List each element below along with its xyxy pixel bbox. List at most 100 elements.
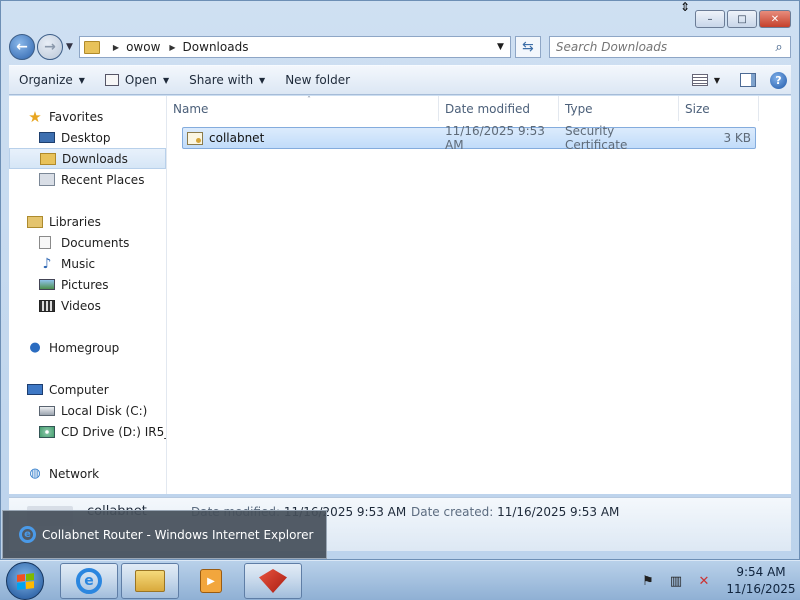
column-header-date-modified[interactable]: Date modified bbox=[439, 96, 559, 121]
clock-date: 11/16/2025 bbox=[726, 582, 796, 596]
details-date-created-value: 11/16/2025 9:53 AM bbox=[497, 505, 620, 519]
address-bar[interactable]: ▶ owow ▶ Downloads ▼ bbox=[78, 36, 511, 58]
nav-local-disk-label: Local Disk (C:) bbox=[61, 403, 148, 418]
nav-pictures[interactable]: Pictures bbox=[9, 274, 166, 295]
organize-label: Organize bbox=[19, 73, 73, 87]
file-size: 3 KB bbox=[723, 131, 751, 145]
nav-pictures-label: Pictures bbox=[61, 277, 109, 292]
forward-button[interactable]: → bbox=[37, 34, 63, 60]
nav-videos[interactable]: Videos bbox=[9, 295, 166, 316]
column-header-size[interactable]: Size bbox=[679, 96, 759, 121]
cd-drive-icon bbox=[39, 425, 55, 438]
internet-explorer-icon: e bbox=[19, 526, 36, 543]
folder-icon bbox=[83, 40, 100, 54]
nav-favorites[interactable]: ★ Favorites bbox=[9, 106, 166, 127]
column-name-label: Name bbox=[173, 101, 209, 116]
nav-cd-drive[interactable]: CD Drive (D:) IR5_CCSA_X64FRE_EN-US_DV9 bbox=[9, 421, 166, 442]
start-button[interactable] bbox=[6, 562, 44, 600]
nav-computer-label: Computer bbox=[49, 382, 109, 397]
column-header-name[interactable]: Name bbox=[167, 96, 439, 121]
network-status-icon[interactable]: ▥ bbox=[668, 573, 684, 589]
nav-downloads[interactable]: Downloads bbox=[9, 148, 166, 169]
taskbar: e ▶ ⚑ ▥ ✕ 9:54 AM 11/16/2025 bbox=[0, 560, 800, 600]
details-date-created-label: Date created: bbox=[411, 505, 494, 519]
taskbar-app[interactable] bbox=[244, 563, 302, 599]
command-bar: Organize ▼ Open ▼ Share with ▼ New folde… bbox=[9, 65, 791, 95]
close-button[interactable]: ✕ bbox=[759, 10, 791, 28]
share-with-label: Share with bbox=[189, 73, 254, 87]
clock[interactable]: 9:54 AM 11/16/2025 bbox=[722, 564, 800, 598]
chevron-down-icon: ▼ bbox=[259, 75, 266, 85]
nav-recent-places[interactable]: Recent Places bbox=[9, 169, 166, 190]
nav-network[interactable]: ◍ Network bbox=[9, 463, 166, 484]
nav-favorites-label: Favorites bbox=[49, 109, 104, 124]
action-center-flag-icon[interactable]: ⚑ bbox=[640, 573, 656, 589]
desktop-icon bbox=[39, 132, 55, 143]
preview-pane-icon[interactable] bbox=[740, 73, 756, 87]
share-with-button[interactable]: Share with ▼ bbox=[179, 66, 275, 94]
column-header-type[interactable]: Type bbox=[559, 96, 679, 121]
taskbar-internet-explorer[interactable]: e bbox=[60, 563, 118, 599]
tooltip-text: Collabnet Router - Windows Internet Expl… bbox=[42, 527, 314, 542]
organize-button[interactable]: Organize ▼ bbox=[9, 66, 95, 94]
column-date-modified-label: Date modified bbox=[445, 101, 531, 116]
videos-icon bbox=[39, 299, 55, 312]
volume-muted-icon[interactable]: ✕ bbox=[696, 573, 712, 589]
homegroup-icon: ● bbox=[29, 340, 41, 355]
nav-computer[interactable]: Computer bbox=[9, 379, 166, 400]
chevron-right-icon[interactable]: ▶ bbox=[113, 43, 119, 52]
refresh-button[interactable]: ⇆ bbox=[514, 36, 541, 58]
back-button[interactable]: ← bbox=[9, 34, 35, 60]
cube-app-icon bbox=[259, 569, 287, 593]
search-box[interactable]: ⌕ bbox=[548, 36, 791, 58]
open-icon bbox=[104, 74, 119, 86]
nav-libraries[interactable]: Libraries bbox=[9, 211, 166, 232]
new-folder-button[interactable]: New folder bbox=[275, 66, 360, 94]
breadcrumb-downloads[interactable]: Downloads bbox=[183, 40, 249, 54]
nav-homegroup-label: Homegroup bbox=[49, 340, 120, 355]
open-button[interactable]: Open ▼ bbox=[95, 66, 179, 94]
computer-icon bbox=[27, 384, 43, 395]
file-row[interactable]: collabnet 11/16/2025 9:53 AM Security Ce… bbox=[182, 124, 756, 152]
nav-music[interactable]: ♪ Music bbox=[9, 253, 166, 274]
change-view-icon[interactable] bbox=[691, 74, 708, 86]
nav-homegroup[interactable]: ● Homegroup bbox=[9, 337, 166, 358]
file-list[interactable]: ˄ Name Date modified Type Size collabnet bbox=[167, 96, 791, 494]
nav-desktop[interactable]: Desktop bbox=[9, 127, 166, 148]
help-icon[interactable]: ? bbox=[770, 71, 787, 89]
navigation-pane[interactable]: ★ Favorites Desktop Downloads Recent Pla… bbox=[9, 96, 167, 494]
breadcrumb-owow[interactable]: owow bbox=[126, 40, 160, 54]
recent-pages-dropdown[interactable]: ▼ bbox=[66, 42, 73, 52]
chevron-right-icon[interactable]: ▶ bbox=[169, 43, 175, 52]
pictures-icon bbox=[39, 279, 55, 290]
main-area: ★ Favorites Desktop Downloads Recent Pla… bbox=[9, 96, 791, 494]
maximize-button[interactable]: □ bbox=[727, 10, 757, 28]
explorer-window: – □ ✕ ← → ▼ ▶ owow ▶ Downloads ▼ ⇆ ⌕ Org… bbox=[0, 0, 800, 560]
column-headers: ˄ Name Date modified Type Size bbox=[167, 96, 791, 121]
file-date-modified: 11/16/2025 9:53 AM bbox=[445, 124, 545, 152]
system-tray: ⚑ ▥ ✕ 9:54 AM 11/16/2025 bbox=[634, 561, 800, 600]
column-size-label: Size bbox=[685, 101, 710, 116]
taskbar-thumbnail-tooltip[interactable]: e Collabnet Router - Windows Internet Ex… bbox=[2, 510, 327, 559]
address-dropdown-icon[interactable]: ▼ bbox=[497, 42, 504, 52]
internet-explorer-icon: e bbox=[76, 568, 102, 594]
minimize-button[interactable]: – bbox=[695, 10, 725, 28]
libraries-icon bbox=[27, 215, 43, 228]
taskbar-windows-explorer[interactable] bbox=[121, 563, 179, 599]
nav-cd-drive-label: CD Drive (D:) IR5_CCSA_X64FRE_EN-US_DV9 bbox=[61, 424, 166, 439]
view-options-dropdown-icon[interactable]: ▼ bbox=[714, 76, 720, 85]
open-label: Open bbox=[124, 73, 157, 87]
taskbar-media-player[interactable]: ▶ bbox=[182, 563, 240, 599]
media-player-icon: ▶ bbox=[200, 569, 222, 593]
search-input[interactable] bbox=[555, 40, 768, 54]
address-row: ← → ▼ ▶ owow ▶ Downloads ▼ ⇆ ⌕ bbox=[9, 34, 791, 60]
nav-local-disk[interactable]: Local Disk (C:) bbox=[9, 400, 166, 421]
sort-ascending-icon: ˄ bbox=[307, 96, 311, 104]
nav-documents[interactable]: Documents bbox=[9, 232, 166, 253]
search-icon[interactable]: ⌕ bbox=[768, 40, 790, 55]
nav-libraries-label: Libraries bbox=[49, 214, 101, 229]
certificate-icon bbox=[187, 131, 203, 145]
toolbar-right: ▼ ? bbox=[691, 71, 791, 89]
file-type: Security Certificate bbox=[565, 124, 628, 152]
star-icon: ★ bbox=[28, 107, 42, 126]
